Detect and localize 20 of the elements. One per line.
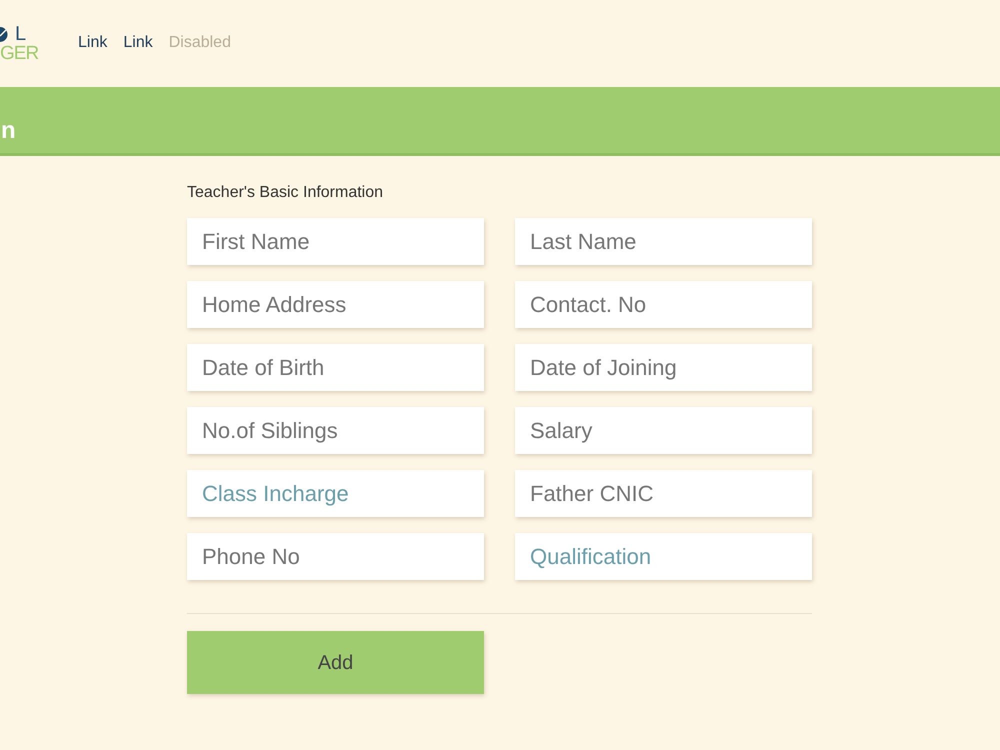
dropdown-field[interactable]: Qualification bbox=[515, 533, 812, 580]
logo-text: L bbox=[15, 25, 26, 44]
text-field[interactable]: Home Address bbox=[187, 281, 484, 328]
section-title: Teacher's Basic Information bbox=[187, 184, 384, 202]
text-field[interactable]: No.of Siblings bbox=[187, 407, 484, 454]
text-field[interactable]: Father CNIC bbox=[515, 470, 812, 517]
text-field[interactable]: Date of Birth bbox=[187, 344, 484, 391]
text-field[interactable]: Phone No bbox=[187, 533, 484, 580]
logo-text: GER bbox=[0, 44, 38, 64]
add-button[interactable]: Add bbox=[187, 631, 484, 694]
text-field[interactable]: Last Name bbox=[515, 218, 812, 265]
text-field[interactable]: Contact. No bbox=[515, 281, 812, 328]
text-field[interactable]: First Name bbox=[187, 218, 484, 265]
nav-link[interactable]: Link bbox=[70, 31, 116, 55]
text-field[interactable]: Salary bbox=[515, 407, 812, 454]
nav-link[interactable]: Link bbox=[115, 31, 161, 55]
logo-icon bbox=[0, 27, 10, 42]
text-field[interactable]: Date of Joining bbox=[515, 344, 812, 391]
dropdown-field[interactable]: Class Incharge bbox=[187, 470, 484, 517]
page-title: n bbox=[1, 118, 16, 144]
